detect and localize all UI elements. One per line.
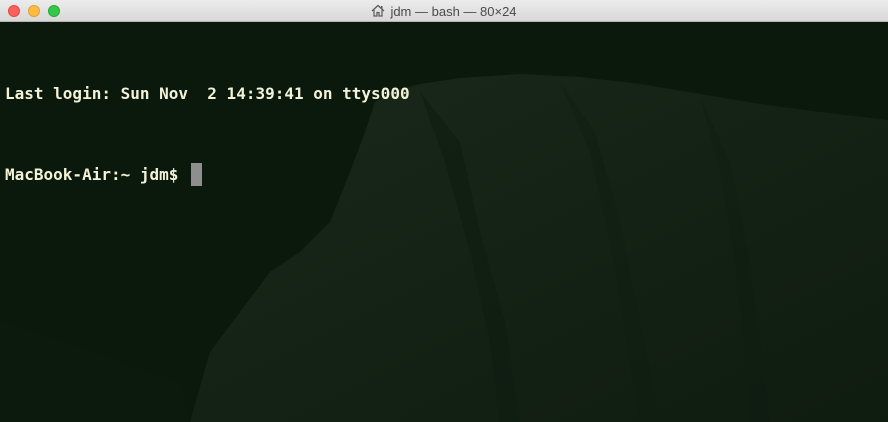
window-title-group: jdm — bash — 80×24 [0,0,888,22]
text-cursor [191,163,203,186]
close-button[interactable] [8,5,20,17]
zoom-button[interactable] [48,5,60,17]
last-login-line: Last login: Sun Nov 2 14:39:41 on ttys00… [5,84,410,103]
terminal-window: jdm — bash — 80×24 Last login: Sun Nov 2… [0,0,888,422]
home-icon [371,4,385,17]
minimize-button[interactable] [28,5,40,17]
title-bar[interactable]: jdm — bash — 80×24 [0,0,888,22]
shell-prompt: MacBook-Air:~ jdm$ [5,165,189,184]
terminal-content[interactable]: Last login: Sun Nov 2 14:39:41 on ttys00… [0,22,888,422]
terminal-output: Last login: Sun Nov 2 14:39:41 on ttys00… [5,26,410,242]
window-title: jdm — bash — 80×24 [390,3,517,19]
prompt-line[interactable]: MacBook-Air:~ jdm$ [5,161,410,188]
